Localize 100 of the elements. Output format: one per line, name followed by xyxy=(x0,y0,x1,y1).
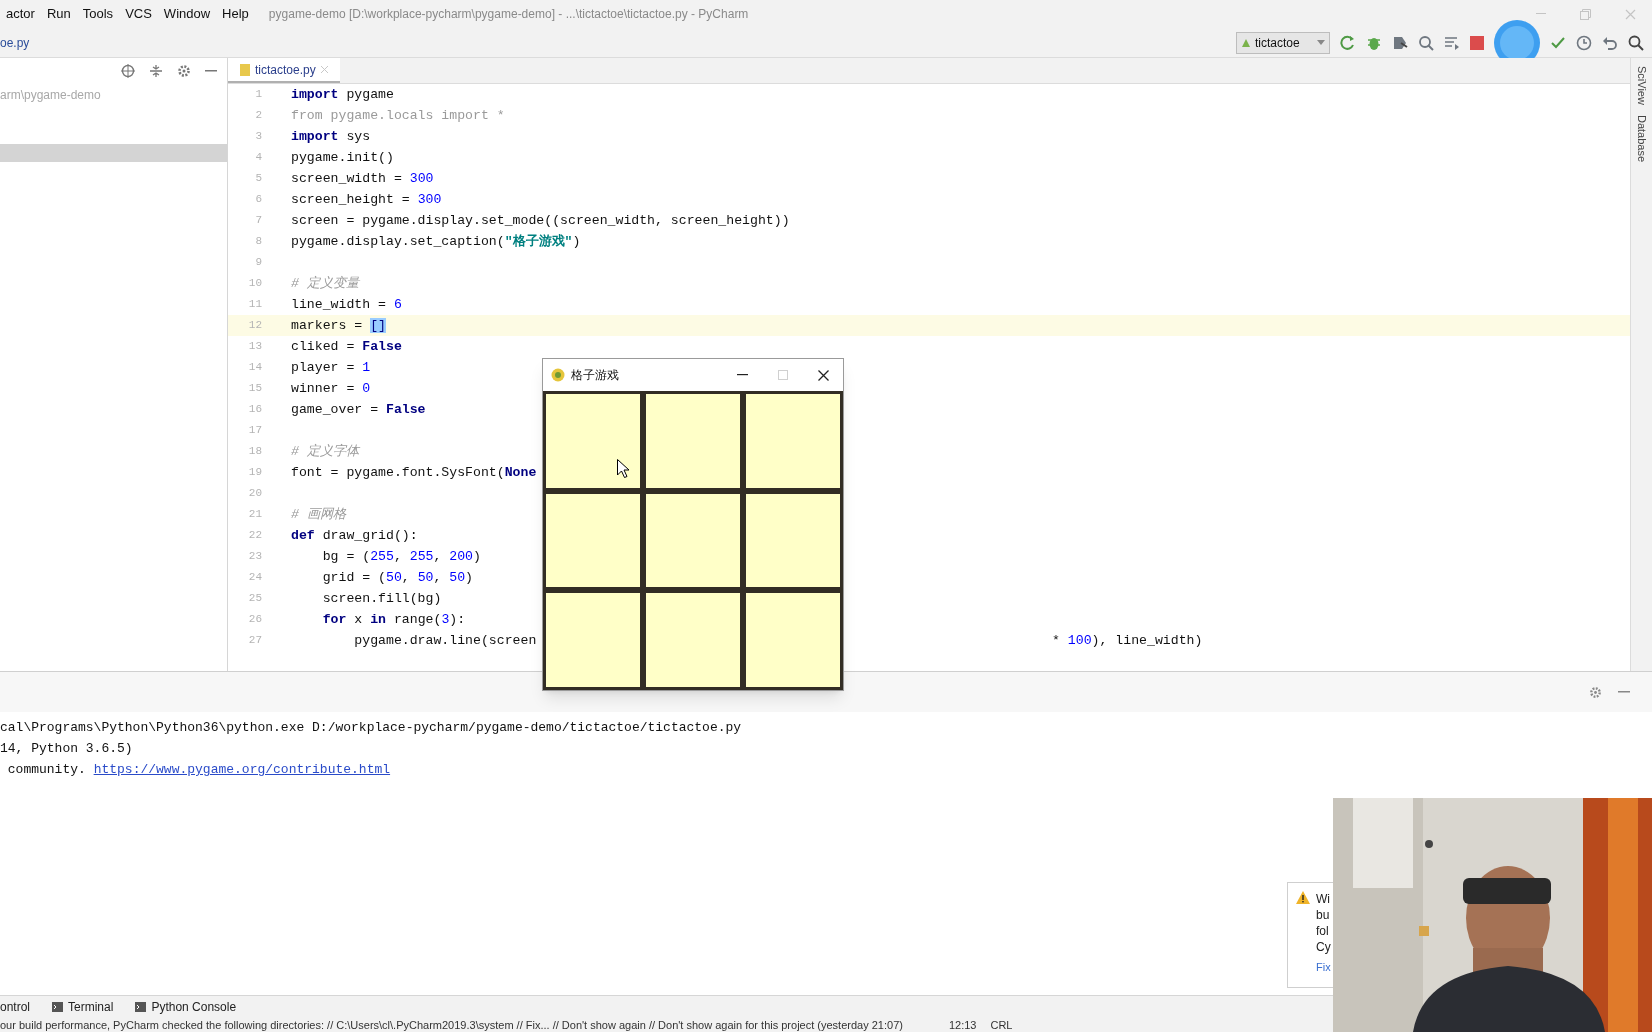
console-line: 14, Python 3.6.5) xyxy=(0,740,134,758)
line-number: 22 xyxy=(247,528,262,544)
board-cell[interactable] xyxy=(646,394,740,488)
tool-window-tab[interactable]: SciView xyxy=(1633,66,1650,105)
line-number: 21 xyxy=(247,507,262,523)
caret-icon xyxy=(1317,40,1325,45)
board-cell[interactable] xyxy=(546,593,640,687)
collapse-icon[interactable] xyxy=(149,64,163,78)
code-line: import sys xyxy=(291,127,371,146)
history-icon[interactable] xyxy=(1576,34,1592,51)
cursor-position[interactable]: 12:13 xyxy=(948,1018,977,1032)
tool-window-tab[interactable]: ontrol xyxy=(0,998,31,1016)
python-file-icon xyxy=(240,63,250,76)
line-number: 14 xyxy=(247,360,262,376)
editor-tab[interactable]: tictactoe.py xyxy=(228,58,340,83)
line-number: 26 xyxy=(247,612,262,628)
menu-item[interactable]: Help xyxy=(216,0,255,28)
board-cell[interactable] xyxy=(746,493,840,588)
board-cell[interactable] xyxy=(746,593,840,687)
board-cell[interactable] xyxy=(546,394,640,488)
code-line: pygame.display.set_caption("格子游戏") xyxy=(291,232,581,251)
console-line: community. https://www.pygame.org/contribute.html xyxy=(6,761,392,779)
code-line: markers = [] xyxy=(291,316,386,335)
line-number: 5 xyxy=(254,171,262,187)
menu-item[interactable]: VCS xyxy=(119,0,158,28)
status-message[interactable]: our build performance, PyCharm checked the following directories: // C:\Users\cl\.PyCharm2019.3\system // Fix... // Don't show again // Don't show again for this project (yesterday 21:07) xyxy=(0,1018,903,1032)
snake-icon xyxy=(551,368,565,382)
code-line: pygame.init() xyxy=(291,148,394,167)
code-line: cliked = False xyxy=(291,337,402,356)
close-icon[interactable] xyxy=(818,369,829,381)
code-line: pygame.draw.line(screen xyxy=(353,631,538,650)
line-number: 10 xyxy=(247,276,262,292)
tool-window-tab[interactable]: Python Console xyxy=(135,998,237,1016)
code-line: screen = pygame.display.set_mode((screen_width, screen_height)) xyxy=(291,211,790,230)
rerun-icon[interactable] xyxy=(1340,34,1356,51)
tool-window-tab[interactable]: Database xyxy=(1633,114,1650,163)
code-line: player = 1 xyxy=(291,358,371,377)
python-icon xyxy=(1241,37,1251,48)
menu-item[interactable]: Tools xyxy=(76,0,120,28)
board-cell[interactable] xyxy=(746,394,840,488)
mouse-pointer-icon xyxy=(617,459,629,478)
code-line: for x in range(3): xyxy=(321,610,466,629)
breadcrumb-item[interactable]: oe.py xyxy=(0,33,30,52)
code-line: bg = (255, 255, 200) xyxy=(321,547,481,566)
code-line: * 100), line_width) xyxy=(1052,631,1203,650)
code-line: screen.fill(bg) xyxy=(321,589,442,608)
board-cell[interactable] xyxy=(546,493,640,588)
line-number: 8 xyxy=(254,234,262,250)
line-number: 12 xyxy=(247,318,262,334)
code-line: winner = 0 xyxy=(291,379,371,398)
line-number: 2 xyxy=(254,108,262,124)
menu-item[interactable]: Run xyxy=(40,0,77,28)
line-number: 3 xyxy=(254,129,262,145)
line-number: 16 xyxy=(247,402,262,418)
code-line: font = pygame.font.SysFont(None xyxy=(291,463,537,482)
code-line: line_width = 6 xyxy=(291,295,402,314)
line-number: 6 xyxy=(254,192,262,208)
menu-item[interactable]: actor xyxy=(0,0,41,28)
tool-window-tab[interactable]: Terminal xyxy=(52,998,114,1016)
line-number: 1 xyxy=(254,87,262,103)
code-line: # 定义变量 xyxy=(291,274,359,293)
code-line: screen_height = 300 xyxy=(291,190,442,209)
minimize-icon[interactable] xyxy=(737,374,748,376)
game-window-title: 格子游戏 xyxy=(571,367,619,384)
line-number: 18 xyxy=(247,444,262,460)
code-line: game_over = False xyxy=(291,400,426,419)
board-cell[interactable] xyxy=(646,593,740,687)
line-separator[interactable]: CRL xyxy=(990,1018,1013,1032)
line-number: 20 xyxy=(247,486,262,502)
line-number: 25 xyxy=(247,591,262,607)
code-line: def draw_grid(): xyxy=(291,526,418,545)
locate-icon[interactable] xyxy=(121,64,135,78)
line-number: 17 xyxy=(247,423,262,439)
list-icon[interactable] xyxy=(1444,34,1460,51)
line-number: 23 xyxy=(247,549,262,565)
terminal-icon xyxy=(52,1002,64,1012)
line-number: 15 xyxy=(247,381,262,397)
line-number: 24 xyxy=(247,570,262,586)
code-line: from pygame.locals import * xyxy=(291,106,505,125)
line-number: 7 xyxy=(254,213,262,229)
settings-icon[interactable] xyxy=(1589,685,1602,699)
stop-icon[interactable] xyxy=(1470,35,1484,50)
line-number: 13 xyxy=(247,339,262,355)
fix-link[interactable]: Fix xyxy=(1316,959,1331,975)
line-number: 11 xyxy=(247,297,262,313)
window-title: pygame-demo [D:\workplace-pycharm\pygame-demo] - ...\tictactoe\tictactoe.py - PyCharm xyxy=(268,6,749,23)
code-line: import pygame xyxy=(291,85,394,104)
settings-icon[interactable] xyxy=(177,64,191,78)
console-line: cal\Programs\Python\Python36\python.exe D:/workplace-pycharm/pygame-demo/tictactoe/tictactoe.py xyxy=(0,719,743,737)
line-number: 27 xyxy=(247,633,262,649)
line-number: 4 xyxy=(254,150,262,166)
code-line: # 画网格 xyxy=(291,505,346,524)
board-cell[interactable] xyxy=(646,493,740,588)
notification-text: Cy xyxy=(1316,939,1331,955)
search-icon[interactable] xyxy=(1628,34,1644,51)
terminal-icon xyxy=(135,1002,147,1012)
notification-text: Wi xyxy=(1316,891,1331,907)
run-config-dropdown[interactable]: tictactoe xyxy=(1236,31,1330,54)
code-line: grid = (50, 50, 50) xyxy=(321,568,474,587)
menu-item[interactable]: Window xyxy=(157,0,217,28)
